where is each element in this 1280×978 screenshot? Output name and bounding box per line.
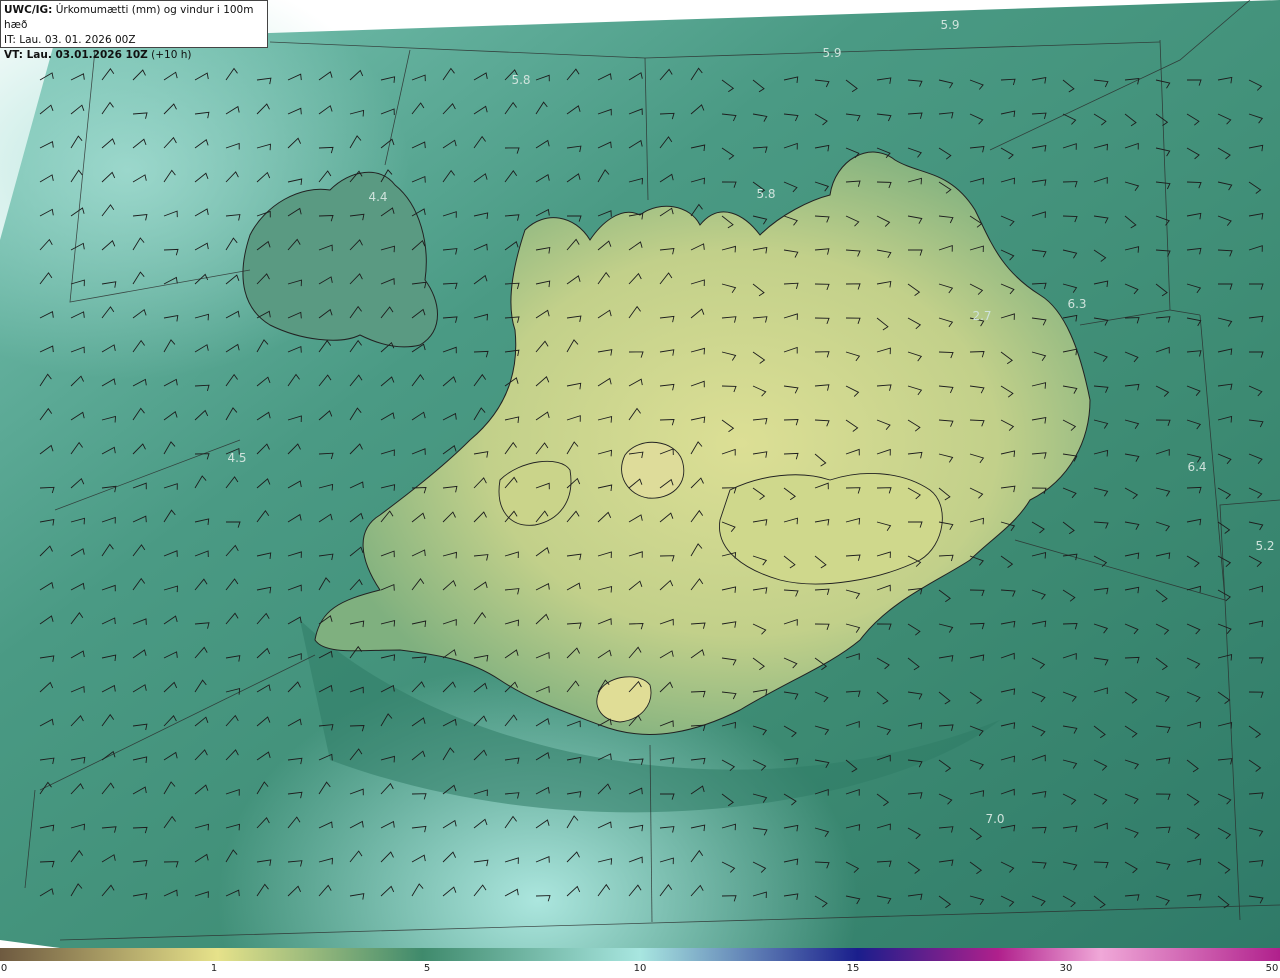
valid-time: VT: Lau. 03.01.2026 10Z — [4, 49, 148, 61]
map-value-label: 5.8 — [511, 73, 531, 87]
colorbar-tick: 50 — [1265, 963, 1279, 974]
map-value-label: 6.4 — [1187, 460, 1207, 474]
colorbar: 0 1 5 10 15 30 50 — [0, 948, 1280, 978]
colorbar-strip — [0, 948, 1280, 961]
colorbar-tick: 1 — [210, 963, 218, 974]
issue-time: IT: Lau. 03. 01. 2026 00Z — [4, 34, 136, 46]
title-line: UWC/IG: Úrkomumætti (mm) og vindur i 100… — [4, 3, 264, 33]
map-value-label: 5.2 — [1255, 539, 1275, 553]
colorbar-tick: 10 — [633, 963, 647, 974]
valid-time-line: VT: Lau. 03.01.2026 10Z (+10 h) — [4, 48, 264, 63]
precipitation-map — [0, 0, 1280, 948]
map-value-label: 7.0 — [985, 812, 1005, 826]
map-value-label: 2.7 — [972, 309, 992, 323]
map-value-label: 4.5 — [227, 451, 247, 465]
model-name: UWC/IG: — [4, 4, 53, 16]
map-value-label: 5.8 — [756, 187, 776, 201]
colorbar-tick: 0 — [0, 963, 8, 974]
colorbar-tick: 30 — [1059, 963, 1073, 974]
map-value-label: 5.9 — [822, 46, 842, 60]
map-value-label: 5.9 — [940, 18, 960, 32]
title-box: UWC/IG: Úrkomumætti (mm) og vindur i 100… — [0, 0, 268, 61]
map-value-label: 4.4 — [368, 190, 388, 204]
map-value-label: 6.3 — [1067, 297, 1087, 311]
colorbar-tick: 5 — [423, 963, 431, 974]
lead-time: (+10 h) — [151, 49, 192, 61]
map-area: 5.9 5.9 5.8 4.4 5.8 6.3 2.7 4.5 6.4 5.2 … — [0, 0, 1280, 948]
colorbar-tick: 15 — [846, 963, 860, 974]
